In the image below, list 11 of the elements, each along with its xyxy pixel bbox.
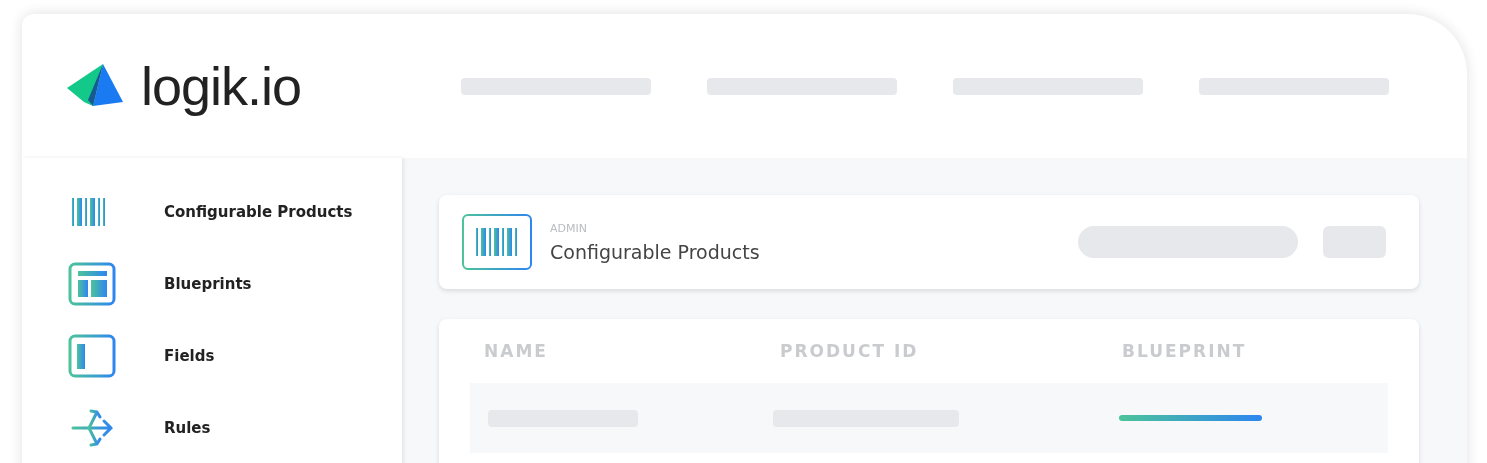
nav-item[interactable]: Rules	[22, 406, 402, 450]
barcode-icon	[462, 214, 532, 270]
layout-icon	[67, 262, 117, 306]
nav-item[interactable]: Blueprints	[22, 262, 402, 306]
panel-icon	[67, 334, 117, 378]
section-label: ADMIN	[550, 221, 588, 235]
nav-item[interactable]: Fields	[22, 334, 402, 378]
page-title: Configurable Products	[550, 240, 761, 263]
logo-text: logik.io	[141, 55, 302, 117]
paper-plane-icon	[67, 64, 123, 108]
nav-item[interactable]: Configurable Products	[22, 190, 402, 234]
